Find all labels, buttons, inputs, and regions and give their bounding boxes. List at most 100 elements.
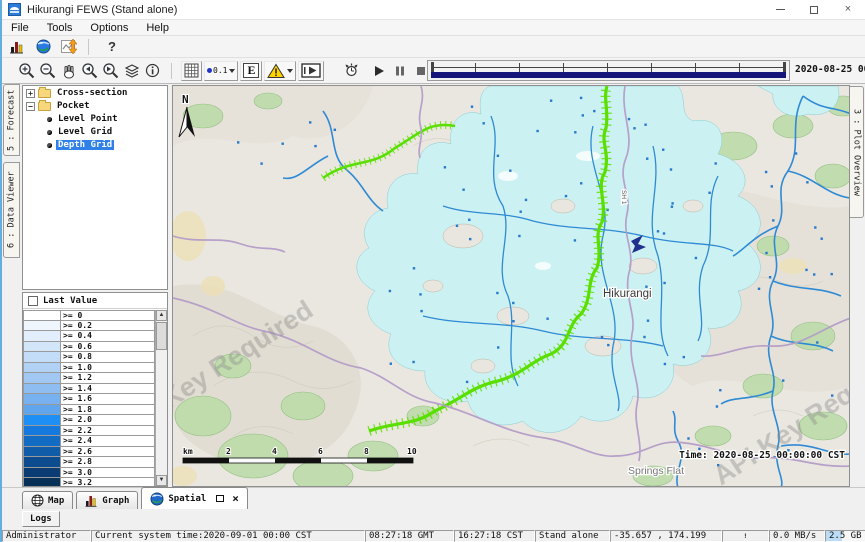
play-button[interactable] [368,61,389,81]
status-transfer-rate: 0.0 MB/s [769,530,825,542]
legend-toggle-button[interactable]: E [240,61,262,81]
time-tick [607,63,608,72]
legend-class-label: >= 2.2 [61,426,155,437]
legend-row: >= 1.4 [23,384,155,395]
zoom-next-button[interactable] [100,61,121,81]
tab-plot-overview[interactable]: 3 : Plot Overview [849,86,864,218]
tab-graph[interactable]: Graph [76,491,138,509]
pause-button[interactable] [389,61,410,81]
minimize-button[interactable] [763,0,797,19]
color-swatch [23,415,61,426]
legend-class-label: >= 1.6 [61,394,155,405]
tree-label: Level Point [56,114,120,124]
legend-class-label: >= 0.8 [61,352,155,363]
legend-row: >= 0.6 [23,342,155,353]
class-break-value: 0.1 [213,66,227,75]
class-break-dot-icon [207,68,212,73]
legend-row: >= 3.0 [23,468,155,479]
maximize-icon [810,6,818,14]
legend-class-label: >= 3.0 [61,468,155,479]
expand-icon[interactable]: + [26,89,35,98]
globe-icon [150,492,164,506]
minimize-icon [776,9,785,10]
color-swatch [23,426,61,437]
time-tick [519,63,520,72]
legend-class-label: >= 0 [61,310,155,321]
legend-class-label: >= 2.8 [61,457,155,468]
current-time-label: 2020-08-25 00:00:00 CST [795,64,865,75]
help-button[interactable]: ? [101,38,123,56]
legend-row: >= 0 [23,310,155,321]
timeseries-edit-icon[interactable] [58,38,80,56]
collapse-icon[interactable]: − [26,102,35,111]
database-chart-icon[interactable] [6,38,28,56]
legend-row: >= 3.2 [23,478,155,486]
color-swatch [23,436,61,447]
maximize-button[interactable] [797,0,831,19]
menu-tools[interactable]: Tools [38,22,82,34]
class-break-dropdown[interactable]: 0.1 [204,61,238,81]
tree-item-cross-section[interactable]: + Cross-section [23,87,167,99]
last-value-checkbox[interactable] [28,296,38,306]
time-adjust-button[interactable] [341,61,362,81]
scroll-thumb[interactable] [156,322,167,350]
tab-maximize-icon[interactable] [216,495,224,502]
logs-button[interactable]: Logs [22,511,60,527]
time-tick [739,63,740,72]
legend-class-label: >= 1.4 [61,384,155,395]
menu-options[interactable]: Options [81,22,137,34]
zoom-previous-button[interactable] [79,61,100,81]
close-button[interactable]: × [831,0,865,19]
tab-forecast[interactable]: 5 : Forecast [3,84,20,156]
bullet-icon [47,117,52,122]
chevron-down-icon [229,69,235,73]
wireframe-globe-icon [31,494,44,507]
status-local-time: 16:27:18 CST [454,530,535,542]
legend-row: >= 1.8 [23,405,155,416]
menu-help[interactable]: Help [137,22,178,34]
legend-row: >= 2.8 [23,457,155,468]
tab-close-icon[interactable]: × [232,493,239,504]
tree-item-depth-grid[interactable]: Depth Grid [23,139,167,151]
scroll-down-icon[interactable]: ▼ [156,475,167,486]
animation-panel-button[interactable] [298,61,324,81]
tree-item-level-grid[interactable]: Level Grid [23,126,167,138]
svg-text:N: N [182,93,189,106]
time-tick [695,63,696,72]
toolbar-separator [171,63,172,79]
globe-icon[interactable] [32,38,54,56]
app-logo-icon [8,3,21,16]
time-slider[interactable] [427,60,790,81]
color-swatch [23,394,61,405]
tab-map[interactable]: Map [22,491,73,509]
time-tick [651,63,652,72]
grid-display-button[interactable] [181,61,202,81]
menu-file[interactable]: File [2,22,38,34]
status-warning-cell[interactable] [722,530,769,542]
close-icon: × [845,4,851,15]
zoom-out-button[interactable] [37,61,58,81]
folder-icon [38,102,51,111]
map-viewport[interactable]: API Key Required API Key Required Hikura… [172,85,850,487]
scroll-up-icon[interactable]: ▲ [156,310,167,321]
scale-tick: 6 [318,447,323,456]
tab-spatial[interactable]: Spatial × [141,487,248,509]
status-bar: Administrator Current system time:2020-0… [2,530,865,542]
tab-data-viewer[interactable]: 6 : Data Viewer [3,162,20,258]
warning-dropdown[interactable] [264,61,296,81]
legend-panel: Last Value >= 0 >= 0.2 >= 0.4 >= 0.6 >= … [22,292,168,487]
pan-hand-button[interactable] [58,61,79,81]
bullet-icon [47,130,52,135]
status-coordinates: -35.657 , 174.199 [610,530,722,542]
legend-scrollbar[interactable]: ▲ ▼ [155,310,167,486]
scale-tick: 2 [226,447,231,456]
layer-tree: + Cross-section − Pocket Level Point Lev… [22,85,168,290]
window-title: Hikurangi FEWS (Stand alone) [27,4,177,16]
zoom-in-button[interactable] [16,61,37,81]
tree-item-pocket[interactable]: − Pocket [23,100,167,112]
info-button[interactable] [142,61,163,81]
main-toolbar: ? [2,36,865,58]
tree-item-level-point[interactable]: Level Point [23,113,167,125]
chevron-down-icon [287,69,293,73]
layers-button[interactable] [121,61,142,81]
